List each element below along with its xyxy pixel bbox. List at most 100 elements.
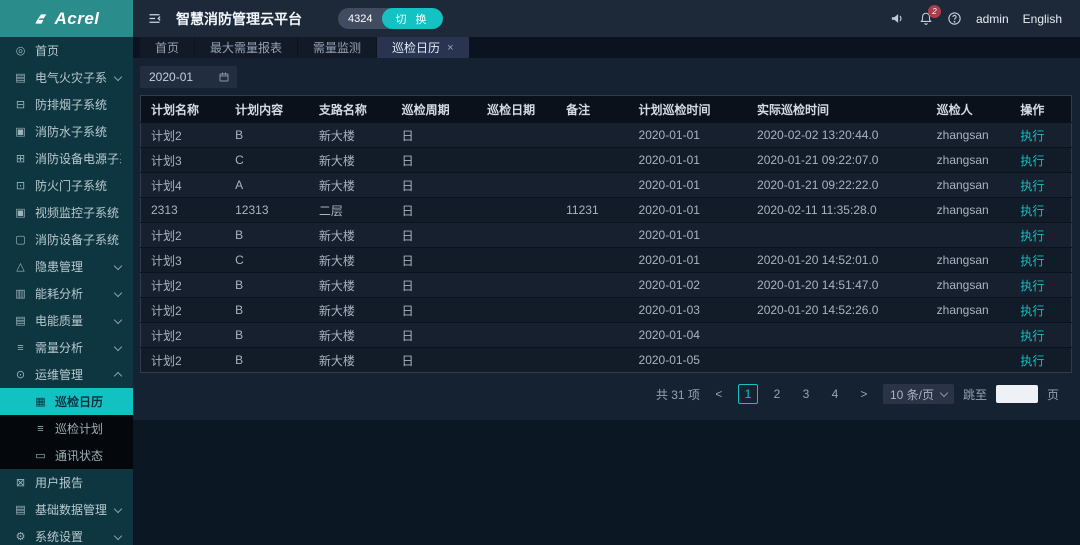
chevron-down-icon <box>114 504 122 512</box>
sidebar-subitem[interactable]: ▦巡检日历 <box>0 388 133 415</box>
sidebar-item[interactable]: △隐患管理 <box>0 253 133 280</box>
sidebar-item[interactable]: ▤电能质量 <box>0 307 133 334</box>
announcement-icon[interactable] <box>890 11 905 26</box>
table-row: 计划4A新大楼日2020-01-012020-01-21 09:22:22.0z… <box>141 173 1072 198</box>
tab[interactable]: 首页 <box>140 37 194 58</box>
sidebar-item[interactable]: ▢消防设备子系统 <box>0 226 133 253</box>
cell: 二层 <box>309 198 392 223</box>
cell: C <box>225 148 309 173</box>
cell: 11231 <box>556 198 628 223</box>
project-switcher: 4324 切 换 <box>338 8 443 29</box>
next-page-button[interactable]: > <box>854 384 874 404</box>
language-switch[interactable]: English <box>1023 12 1062 26</box>
switch-project-button[interactable]: 切 换 <box>382 8 442 29</box>
page-size-select[interactable]: 10 条/页 <box>883 384 954 404</box>
fire-power-icon: ⊞ <box>14 152 27 165</box>
sidebar-item[interactable]: ⊡防火门子系统 <box>0 172 133 199</box>
action-cell: 执行 <box>1010 348 1071 373</box>
chevron-down-icon <box>114 531 122 539</box>
column-header: 备注 <box>556 96 628 123</box>
calendar-icon: ▦ <box>34 395 47 408</box>
execute-link[interactable]: 执行 <box>1020 179 1044 193</box>
execute-link[interactable]: 执行 <box>1020 154 1044 168</box>
cell <box>556 323 628 348</box>
column-header: 计划巡检时间 <box>629 96 747 123</box>
help-icon[interactable] <box>947 11 962 26</box>
sidebar-item[interactable]: ▥能耗分析 <box>0 280 133 307</box>
project-id-badge: 4324 <box>338 13 382 25</box>
chevron-down-icon <box>940 389 948 397</box>
cell: 日 <box>392 148 478 173</box>
sidebar-item[interactable]: ⚙系统设置 <box>0 523 133 545</box>
cell: 2020-01-01 <box>629 148 747 173</box>
sidebar-item[interactable]: ▤电气火灾子系统 <box>0 64 133 91</box>
cell <box>477 323 556 348</box>
cell: 新大楼 <box>309 323 392 348</box>
sidebar-item[interactable]: ⊙运维管理 <box>0 361 133 388</box>
action-cell: 执行 <box>1010 323 1071 348</box>
column-header: 巡检周期 <box>392 96 478 123</box>
cell <box>477 123 556 148</box>
sidebar-item-label: 消防设备电源子系统 <box>35 150 121 167</box>
cell: 2020-01-01 <box>629 173 747 198</box>
cell <box>927 323 1011 348</box>
sidebar-item[interactable]: ⊞ 消防设备电源子系统 <box>0 145 133 172</box>
user-report-icon: ⊠ <box>14 476 27 489</box>
sidebar-item[interactable]: ▤基础数据管理 <box>0 496 133 523</box>
chevron-down-icon <box>114 261 122 269</box>
execute-link[interactable]: 执行 <box>1020 229 1044 243</box>
fire-door-icon: ⊡ <box>14 179 27 192</box>
notifications-icon[interactable]: 2 <box>919 11 933 26</box>
tab[interactable]: 需量监测 <box>298 37 376 58</box>
sidebar-item[interactable]: ≡需量分析 <box>0 334 133 361</box>
cell <box>477 173 556 198</box>
sidebar-item[interactable]: ▣消防水子系统 <box>0 118 133 145</box>
column-header: 巡检人 <box>927 96 1011 123</box>
cell: B <box>225 323 309 348</box>
jump-page-input[interactable] <box>996 385 1038 403</box>
tab[interactable]: 最大需量报表 <box>195 37 297 58</box>
sidebar-item[interactable]: ⊠用户报告 <box>0 469 133 496</box>
execute-link[interactable]: 执行 <box>1020 329 1044 343</box>
execute-link[interactable]: 执行 <box>1020 304 1044 318</box>
acrel-logo-icon <box>33 11 49 27</box>
sidebar-item-label: 消防水子系统 <box>35 123 121 140</box>
page-button[interactable]: 3 <box>796 384 816 404</box>
fire-equipment-icon: ▢ <box>14 233 27 246</box>
cell: 新大楼 <box>309 173 392 198</box>
cell: 2020-01-02 <box>629 273 747 298</box>
user-menu[interactable]: admin <box>976 12 1009 26</box>
inspection-table: 计划名称计划内容支路名称巡检周期巡检日期备注计划巡检时间实际巡检时间巡检人操作 … <box>140 95 1072 373</box>
month-picker[interactable]: 2020-01 <box>140 66 237 88</box>
prev-page-button[interactable]: < <box>709 384 729 404</box>
execute-link[interactable]: 执行 <box>1020 354 1044 368</box>
execute-link[interactable]: 执行 <box>1020 204 1044 218</box>
sidebar-item[interactable]: ⊟防排烟子系统 <box>0 91 133 118</box>
sidebar-item[interactable]: ▣视频监控子系统 <box>0 199 133 226</box>
cell <box>556 298 628 323</box>
page-button[interactable]: 1 <box>738 384 758 404</box>
sidebar-item[interactable]: ◎首页 <box>0 37 133 64</box>
action-cell: 执行 <box>1010 273 1071 298</box>
execute-link[interactable]: 执行 <box>1020 279 1044 293</box>
close-tab-icon[interactable]: × <box>447 42 453 54</box>
page-button[interactable]: 4 <box>825 384 845 404</box>
page-button[interactable]: 2 <box>767 384 787 404</box>
table-row: 计划2B新大楼日2020-01-032020-01-20 14:52:26.0z… <box>141 298 1072 323</box>
smoke-control-icon: ⊟ <box>14 98 27 111</box>
cell <box>477 148 556 173</box>
tab[interactable]: 巡检日历× <box>377 37 468 58</box>
execute-link[interactable]: 执行 <box>1020 254 1044 268</box>
notification-count-badge: 2 <box>928 5 941 18</box>
collapse-menu-icon[interactable] <box>147 11 162 26</box>
cell: 新大楼 <box>309 348 392 373</box>
page-size-value: 10 条/页 <box>890 386 934 403</box>
cell: 2020-01-01 <box>629 198 747 223</box>
cell: 计划3 <box>141 248 226 273</box>
demand-icon: ≡ <box>14 342 27 354</box>
execute-link[interactable]: 执行 <box>1020 129 1044 143</box>
sidebar-subitem[interactable]: ▭通讯状态 <box>0 442 133 469</box>
table-row: 计划2B新大楼日2020-01-01执行 <box>141 223 1072 248</box>
chevron-up-icon <box>114 372 122 380</box>
sidebar-subitem[interactable]: ≡巡检计划 <box>0 415 133 442</box>
